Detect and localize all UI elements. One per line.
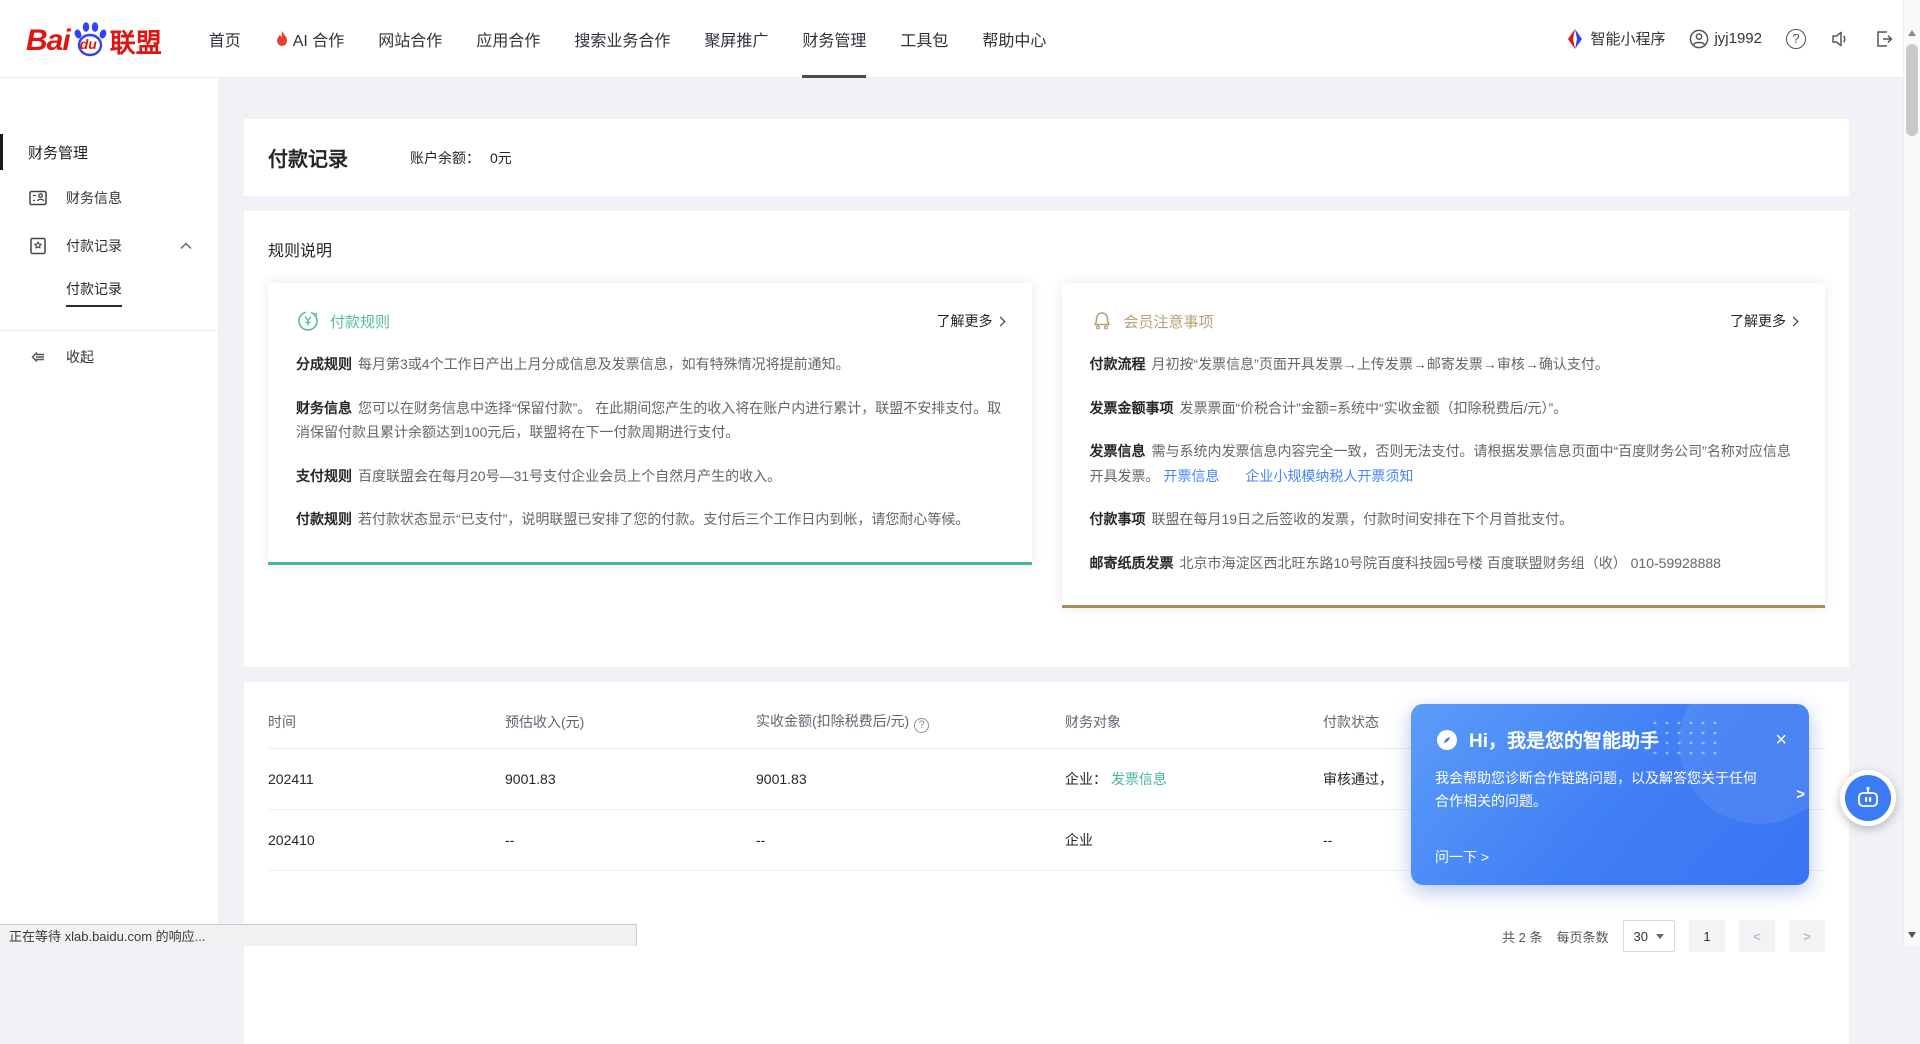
user-icon [1689,29,1709,49]
rule-item: 财务信息您可以在财务信息中选择“保留付款”。 在此期间您产生的收入将在账户内进行… [296,396,1004,445]
nav-right-cluster: 智能小程序 jyj1992 ? [1566,28,1894,49]
nav-item-search-biz[interactable]: 搜索业务合作 [557,0,687,78]
cell-entity: 企业： 发票信息 [1065,748,1323,809]
per-page-label: 每页条数 [1557,927,1609,946]
browser-status-bar: 正在等待 xlab.baidu.com 的响应... [0,924,637,946]
prev-page-button[interactable]: < [1739,920,1775,952]
close-icon[interactable]: × [1775,730,1787,750]
collapse-icon [28,347,48,367]
sidebar: 财务管理 财务信息 付款记录 付款记录 收起 [0,78,218,946]
page-header-panel: 付款记录 账户余额：0元 [244,119,1849,196]
cell-time: 202411 [268,748,505,809]
member-notice-card: 会员注意事项 了解更多 付款流程月初按“发票信息”页面开具发票→上传发票→邮寄发… [1062,283,1826,608]
next-page-button[interactable]: > [1789,920,1825,952]
baidu-union-logo[interactable]: Bai du 联盟 [26,20,162,58]
logo-text-du: du [80,36,97,52]
rules-section-title: 规则说明 [268,237,1825,261]
vertical-scrollbar[interactable] [1903,0,1920,946]
nav-item-home[interactable]: 首页 [192,0,258,78]
nav-item-website[interactable]: 网站合作 [361,0,459,78]
cell-actual: -- [756,809,1065,870]
coin-yuan-icon [296,309,320,333]
nav-item-app[interactable]: 应用合作 [459,0,557,78]
rules-panel: 规则说明 付款规则 了解更多 分成规则每月第3或4个工作日产出上月分成信息及发票… [244,211,1849,667]
per-page-select[interactable]: 30 [1623,920,1675,952]
pagination: 共 2 条 每页条数 30 1 < > [1502,920,1825,952]
sidebar-item-finance-info[interactable]: 财务信息 [0,174,218,222]
learn-more-link-payment[interactable]: 了解更多 [937,311,1004,331]
top-navbar: Bai du 联盟 首页 AI 合作 网站合作 应用合作 搜索业务合作 聚屏推广… [0,0,1920,78]
chevron-right-icon [1789,316,1799,326]
sidebar-title: 财务管理 [0,130,218,174]
learn-more-link-member[interactable]: 了解更多 [1730,311,1797,331]
help-icon[interactable]: ? [1786,29,1806,49]
account-balance: 账户余额：0元 [410,148,512,168]
assistant-float-button[interactable] [1840,770,1896,826]
ask-now-link[interactable]: 问一下 > [1435,847,1489,867]
page-title: 付款记录 [268,143,348,172]
assistant-message: 我会帮助您诊断合作链路问题，以及解答您关于任何合作相关的问题。 [1435,767,1757,813]
cell-time: 202410 [268,809,505,870]
finance-info-icon [28,188,48,208]
chevron-right-icon [995,316,1005,326]
caret-down-icon [1656,934,1664,939]
rule-item: 邮寄纸质发票北京市海淀区西北旺东路10号院百度科技园5号楼 百度联盟财务组（收）… [1090,551,1798,576]
col-finance-entity: 财务对象 [1065,696,1323,748]
nav-item-screen-ads[interactable]: 聚屏推广 [687,0,785,78]
assistant-title: Hi，我是您的智能助手 [1469,726,1659,753]
help-circle-icon[interactable]: ? [914,718,929,733]
cell-actual: 9001.83 [756,748,1065,809]
rule-item: 发票金额事项发票票面“价税合计”金额=系统中“实收金额（扣除税费后/元）”。 [1090,396,1798,421]
robot-icon [1845,775,1891,821]
scroll-down-icon[interactable] [1908,932,1916,938]
smart-miniprogram-entry[interactable]: 智能小程序 [1566,28,1665,49]
col-actual-amount: 实收金额(扣除税费后/元)? [756,696,1065,748]
nav-item-help-center[interactable]: 帮助中心 [965,0,1063,78]
nav-item-ai[interactable]: AI 合作 [258,0,362,78]
popup-edge-arrow-icon[interactable]: > [1796,786,1805,803]
chevron-up-icon [180,242,192,250]
scroll-up-icon[interactable] [1908,30,1916,36]
cell-estimated: -- [505,809,756,870]
rule-item: 分成规则每月第3或4个工作日产出上月分成信息及发票信息，如有特殊情况将提前通知。 [296,352,1004,377]
rule-item: 支付规则百度联盟会在每月20号—31号支付企业会员上个自然月产生的收入。 [296,464,1004,489]
rule-item: 付款事项联盟在每月19日之后签收的发票，付款时间安排在下个月首批支付。 [1090,507,1798,532]
flame-icon [275,30,289,48]
sound-icon[interactable] [1830,29,1850,49]
bell-icon [1090,309,1114,333]
rule-item: 发票信息需与系统内发票信息内容完全一致，否则无法支付。请根据发票信息页面中“百度… [1090,439,1798,488]
miniprogram-icon [1566,29,1584,49]
payment-record-icon [28,236,48,256]
logo-text-bai: Bai [26,24,70,58]
col-estimated-income: 预估收入(元) [505,696,756,748]
sidebar-collapse-button[interactable]: 收起 [0,331,218,383]
user-account[interactable]: jyj1992 [1689,29,1762,49]
cell-estimated: 9001.83 [505,748,756,809]
nav-menu: 首页 AI 合作 网站合作 应用合作 搜索业务合作 聚屏推广 财务管理 工具包 … [192,0,1064,78]
balance-value: 0元 [490,150,512,166]
status-text: 正在等待 xlab.baidu.com 的响应... [9,926,206,945]
invoice-info-table-link[interactable]: 发票信息 [1111,771,1167,787]
total-count: 共 2 条 [1502,927,1542,946]
logout-icon[interactable] [1874,29,1894,49]
paw-icon: du [72,20,108,58]
rule-item: 付款规则若付款状态显示“已支付”，说明联盟已安排了您的付款。支付后三个工作日内到… [296,507,1004,532]
small-taxpayer-guide-link[interactable]: 企业小规模纳税人开票须知 [1245,468,1413,484]
scrollbar-thumb[interactable] [1906,44,1918,136]
nav-item-finance[interactable]: 财务管理 [785,0,883,78]
sidebar-item-payment-record[interactable]: 付款记录 [0,222,218,270]
payment-rules-card: 付款规则 了解更多 分成规则每月第3或4个工作日产出上月分成信息及发票信息，如有… [268,283,1032,565]
col-time: 时间 [268,696,505,748]
page-number[interactable]: 1 [1689,920,1725,952]
sidebar-subitem-payment-record[interactable]: 付款记录 [0,270,218,316]
nav-item-toolkit[interactable]: 工具包 [883,0,965,78]
cell-entity: 企业 [1065,809,1323,870]
card-title-payment-rules: 付款规则 [330,311,390,332]
rule-item: 付款流程月初按“发票信息”页面开具发票→上传发票→邮寄发票→审核→确认支付。 [1090,352,1798,377]
assistant-popup: Hi，我是您的智能助手 × 我会帮助您诊断合作链路问题，以及解答您关于任何合作相… [1411,704,1809,885]
compass-icon [1435,728,1459,752]
invoice-info-link[interactable]: 开票信息 [1163,468,1219,484]
logo-text-union: 联盟 [110,30,162,58]
card-title-member-notice: 会员注意事项 [1124,311,1214,332]
